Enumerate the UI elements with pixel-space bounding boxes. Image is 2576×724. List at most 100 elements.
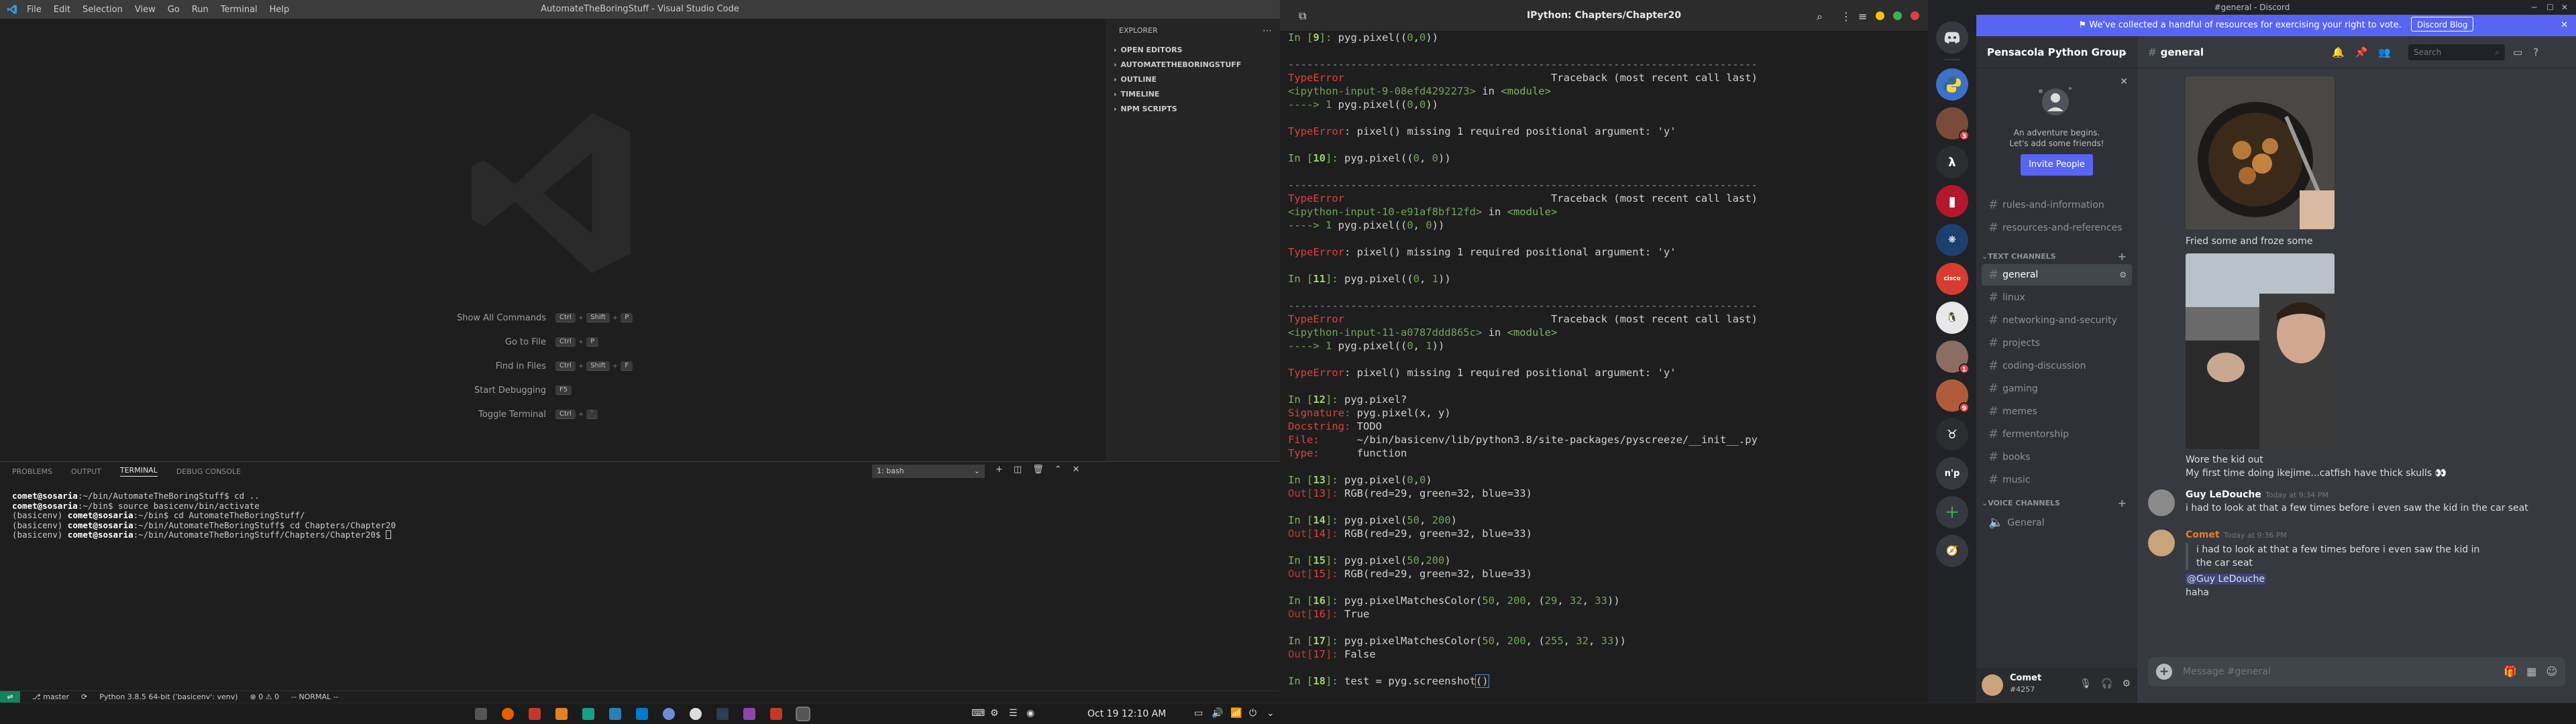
power-icon[interactable]: ⏻	[1249, 708, 1256, 719]
channel-rules-and-information[interactable]: # rules-and-information	[1982, 194, 2132, 216]
add-attachment-icon[interactable]: +	[2156, 664, 2172, 680]
tab-terminal[interactable]: TERMINAL	[119, 466, 158, 477]
explorer-section-npm-scripts[interactable]: › NPM SCRIPTS	[1106, 102, 1280, 117]
terminal-select[interactable]: 1: bash ⌄	[872, 465, 985, 478]
explore-servers-icon[interactable]: 🧭	[1936, 535, 1968, 567]
message-input[interactable]: Message #general	[2183, 657, 2271, 686]
server-taurus[interactable]: ♉	[1936, 418, 1968, 450]
menu-go[interactable]: Go	[168, 5, 180, 15]
member-list-icon[interactable]: 👥	[2378, 46, 2391, 58]
add-channel-icon[interactable]: +	[2118, 250, 2127, 263]
server-blue[interactable]: ❋	[1936, 224, 1968, 256]
app-icon[interactable]	[716, 708, 729, 720]
search-icon[interactable]: ⌕	[1817, 10, 1823, 23]
ipython-output[interactable]: In [9]: pyg.pixel((0,0)) ---------------…	[1288, 31, 1758, 688]
explorer-section-outline[interactable]: › OUTLINE	[1106, 72, 1280, 87]
screen-icon[interactable]: ▭	[1194, 708, 1203, 719]
chrome-icon[interactable]	[690, 708, 702, 720]
close-icon[interactable]: ✕	[2561, 0, 2568, 15]
menu-help[interactable]: Help	[270, 5, 290, 15]
channel-fermentorship[interactable]: # fermentorship	[1982, 424, 2132, 445]
new-terminal-icon[interactable]: +	[996, 465, 1003, 475]
avatar[interactable]	[2148, 489, 2175, 516]
server-header[interactable]: Pensacola Python Group ⌄	[1976, 36, 2137, 68]
gif-icon[interactable]: ▦	[2526, 665, 2536, 678]
menu-edit[interactable]: Edit	[54, 5, 70, 15]
trash-icon[interactable]: 🗑	[1032, 465, 1044, 475]
notice-button[interactable]: Discord Blog	[2411, 17, 2474, 32]
split-terminal-icon[interactable]: ◫	[1014, 465, 1022, 475]
discord-tray-icon[interactable]: ◉	[1026, 708, 1034, 719]
server-cisco[interactable]: cisco	[1936, 263, 1968, 295]
app-icon[interactable]	[609, 708, 621, 720]
wifi-icon[interactable]: 📶	[1230, 708, 1242, 719]
clock[interactable]: Oct 19 12:10 AM	[1087, 703, 1166, 724]
server-np[interactable]: n'p	[1936, 457, 1968, 489]
avatar[interactable]	[1982, 674, 2003, 696]
explorer-section-open-editors[interactable]: › OPEN EDITORS	[1106, 43, 1280, 58]
menu-run[interactable]: Run	[192, 5, 209, 15]
pin-icon[interactable]: 📌	[2355, 46, 2368, 58]
notification-bell-icon[interactable]: 🔔	[2332, 46, 2345, 58]
channel-coding-discussion[interactable]: # coding-discussion	[1982, 355, 2132, 377]
server-pensacola-python[interactable]	[1936, 68, 1968, 101]
server-red[interactable]: ▮	[1936, 185, 1968, 217]
problems-status[interactable]: ⊗ 0 ⚠ 0	[250, 692, 280, 701]
tab-problems[interactable]: PROBLEMS	[12, 467, 52, 476]
explorer-section-timeline[interactable]: › TIMELINE	[1106, 87, 1280, 102]
vscode-taskbar-icon[interactable]	[636, 708, 648, 720]
branch-status[interactable]: ⎇ master	[32, 692, 69, 701]
remote-icon[interactable]: ⇌	[0, 690, 20, 703]
close-icon[interactable]: ✕	[1073, 465, 1080, 475]
channel-music[interactable]: # music	[1982, 469, 2132, 491]
channel-gaming[interactable]: # gaming	[1982, 378, 2132, 400]
menu-icon[interactable]: ⋮	[1841, 10, 1851, 23]
firefox-icon[interactable]	[502, 708, 514, 720]
tray-icon[interactable]: ⌨	[971, 708, 985, 719]
explorer-section-workspace[interactable]: › AUTOMATETHEBORINGSTUFF	[1106, 58, 1280, 72]
search-input[interactable]: Search ⌕	[2408, 44, 2505, 60]
voice-channel-general[interactable]: 🔈 General	[1982, 512, 2132, 534]
app-icon[interactable]	[770, 708, 782, 720]
files-icon[interactable]	[555, 708, 568, 720]
invite-people-button[interactable]: Invite People	[2021, 154, 2093, 176]
channel-memes[interactable]: # memes	[1982, 401, 2132, 422]
maximize-panel-icon[interactable]: ⌃	[1055, 465, 1062, 475]
menu-file[interactable]: File	[27, 5, 42, 15]
help-icon[interactable]: ?	[2533, 46, 2538, 58]
terminal-taskbar-icon[interactable]	[796, 707, 810, 721]
discord-taskbar-icon[interactable]	[663, 708, 675, 720]
add-channel-icon[interactable]: +	[2118, 497, 2127, 509]
minimize-icon[interactable]: ─	[2532, 0, 2536, 15]
channel-linux[interactable]: # linux	[1982, 287, 2132, 308]
chevron-down-icon[interactable]: ⌄	[1267, 708, 1275, 719]
sync-icon[interactable]: ⟳	[81, 692, 87, 701]
minimize-icon[interactable]	[1876, 11, 1884, 20]
settings-icon[interactable]: ⚙	[2122, 678, 2131, 689]
category-text-channels[interactable]: ⌄ TEXT CHANNELS +	[1982, 249, 2132, 263]
tab-debug-console[interactable]: DEBUG CONSOLE	[176, 467, 241, 476]
server-avatar-2[interactable]: 3	[1936, 107, 1970, 141]
settings-icon[interactable]: ⚙	[2119, 264, 2127, 286]
message-composer[interactable]: + Message #general 🎁 ▦ ☺	[2148, 657, 2565, 686]
headphones-icon[interactable]: 🎧	[2101, 678, 2112, 689]
server-avatar-8[interactable]: 1	[1936, 341, 1970, 374]
channel-networking-and-security[interactable]: # networking-and-security	[1982, 310, 2132, 331]
discord-home-icon[interactable]	[1936, 21, 1968, 54]
emoji-icon[interactable]: ☺	[2546, 665, 2557, 678]
tray-icon[interactable]: ☰	[1009, 708, 1018, 719]
app-icon[interactable]	[529, 708, 541, 720]
microphone-icon[interactable]: 🎙	[2080, 678, 2092, 689]
add-server-icon[interactable]: +	[1936, 496, 1968, 528]
server-linux[interactable]: 🐧	[1936, 302, 1968, 334]
menu-selection[interactable]: Selection	[83, 5, 123, 15]
channel-resources-and-references[interactable]: # resources-and-references	[1982, 217, 2132, 239]
tab-output[interactable]: OUTPUT	[71, 467, 101, 476]
menu-view[interactable]: View	[135, 5, 156, 15]
category-voice-channels[interactable]: ⌄ VOICE CHANNELS +	[1982, 496, 2132, 509]
terminal-output[interactable]: comet@sosaria:~/bin/AutomateTheBoringStu…	[12, 491, 396, 540]
app-icon[interactable]	[582, 708, 594, 720]
close-icon[interactable]: ✕	[2561, 15, 2568, 36]
volume-icon[interactable]: 🔊	[1212, 708, 1223, 719]
more-actions-icon[interactable]: ⋯	[1263, 19, 1272, 43]
